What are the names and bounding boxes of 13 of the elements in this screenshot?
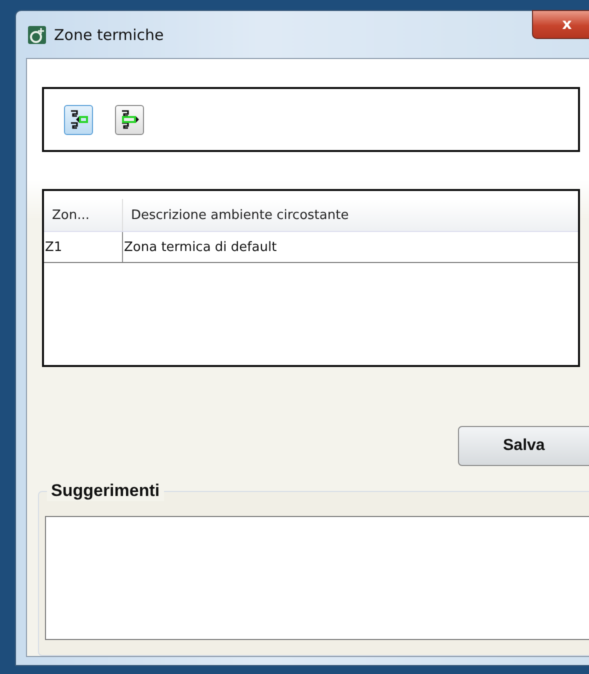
insert-zone-button[interactable] <box>64 104 93 134</box>
window-title: Zone termiche <box>54 26 164 44</box>
table-cell-text: Zona termica di default <box>123 238 277 256</box>
column-header[interactable]: Zon... <box>44 199 123 231</box>
table-cell: Z1 <box>44 232 123 262</box>
close-button[interactable]: x <box>532 10 589 39</box>
save-button[interactable]: Salva <box>458 426 589 466</box>
app-icon <box>28 26 46 44</box>
extract-zone-button[interactable] <box>115 104 144 134</box>
column-header[interactable]: Descrizione ambiente circostante <box>123 199 349 231</box>
bracket-arrow-right-icon <box>120 108 140 130</box>
bracket-arrow-left-icon <box>68 108 88 130</box>
group-title: Suggerimenti <box>47 481 164 501</box>
